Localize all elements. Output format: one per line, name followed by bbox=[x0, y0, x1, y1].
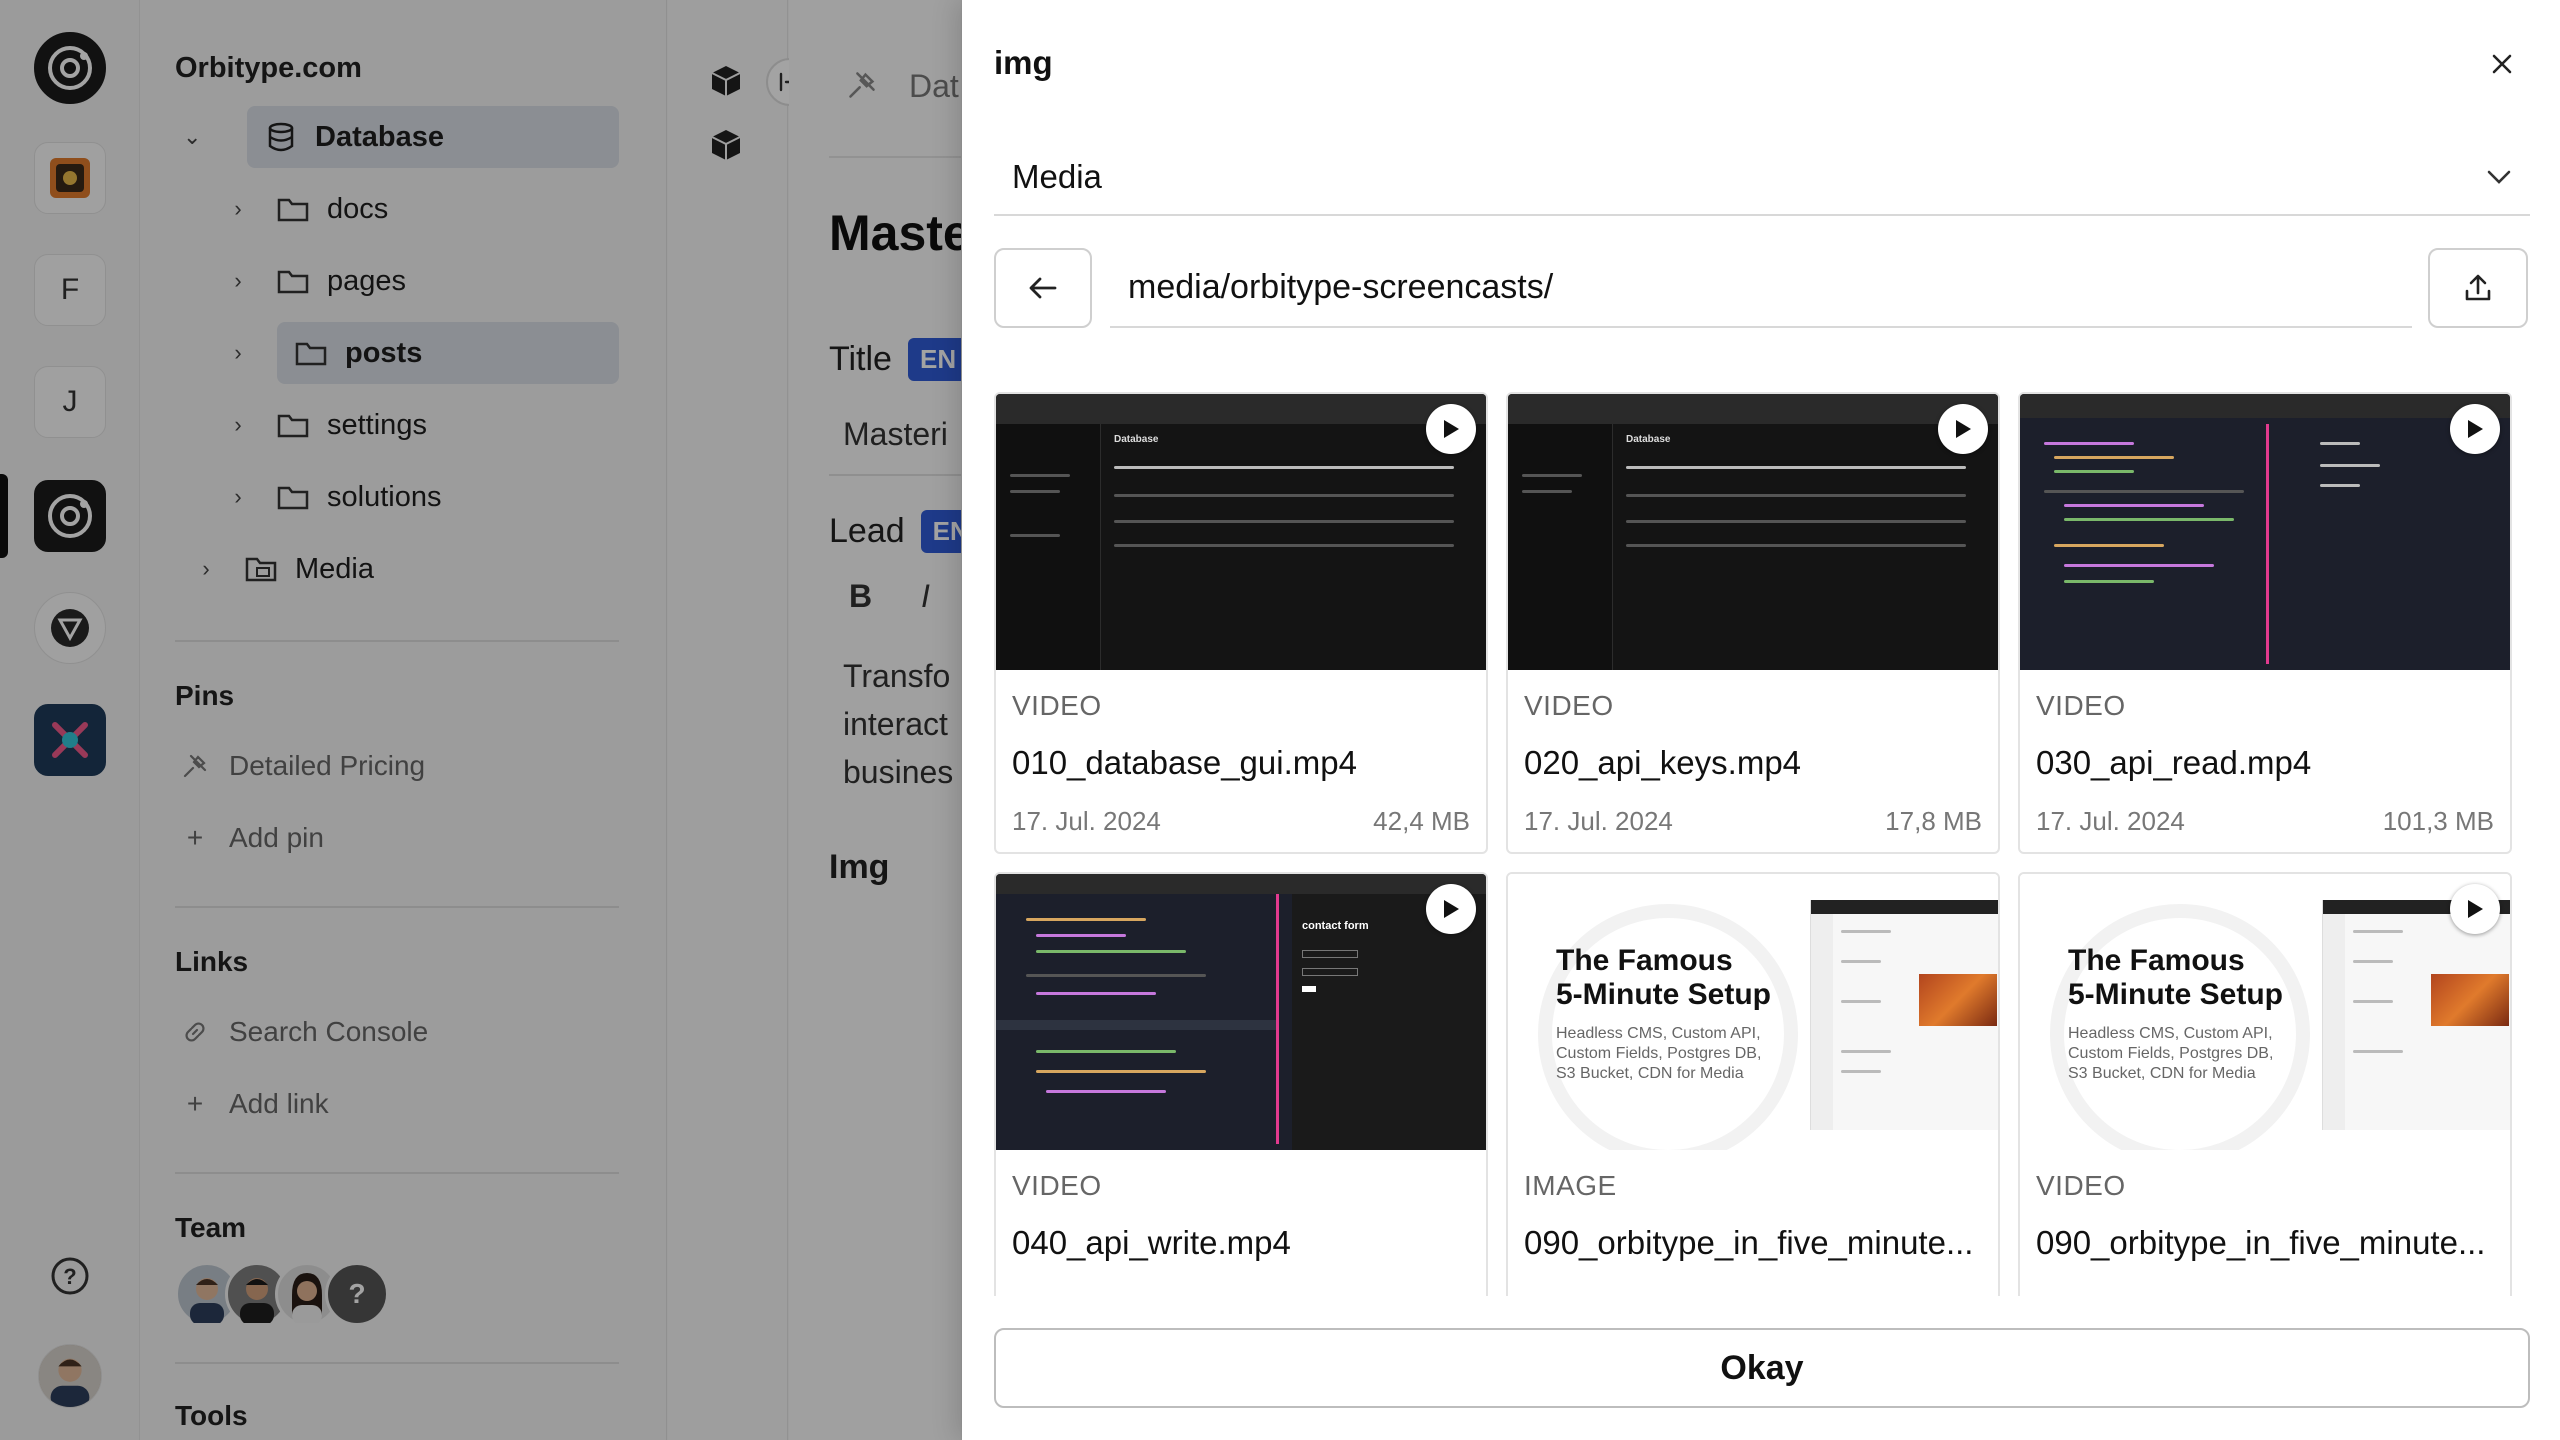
play-icon[interactable] bbox=[2450, 404, 2500, 454]
media-type: VIDEO bbox=[1012, 690, 1102, 721]
media-type: VIDEO bbox=[1524, 690, 1614, 721]
arrow-left-icon bbox=[1029, 277, 1057, 299]
video-thumbnail: Database bbox=[996, 394, 1486, 670]
video-thumbnail: The Famous 5-Minute Setup Headless CMS, … bbox=[2020, 874, 2510, 1150]
media-card[interactable]: contact form VIDEO 040_api_write.mp4 bbox=[994, 872, 1488, 1296]
media-filename: 010_database_gui.mp4 bbox=[1012, 744, 1357, 781]
close-button[interactable] bbox=[2478, 40, 2526, 88]
media-grid: Database VIDEO 010_database_gui.mp4 17. … bbox=[994, 392, 2514, 1296]
path-input[interactable] bbox=[1110, 248, 2412, 328]
media-type: IMAGE bbox=[1524, 1170, 1617, 1201]
media-date: 17. Jul. 2024 bbox=[2036, 806, 2185, 836]
media-card[interactable]: Database VIDEO 020_api_keys.mp4 17. Jul.… bbox=[1506, 392, 2000, 854]
media-card[interactable]: Database VIDEO 010_database_gui.mp4 17. … bbox=[994, 392, 1488, 854]
thumb-subtitle: Headless CMS, Custom API, bbox=[1556, 1025, 1761, 1042]
play-icon[interactable] bbox=[1426, 404, 1476, 454]
media-card[interactable]: The Famous 5-Minute Setup Headless CMS, … bbox=[2018, 872, 2512, 1296]
media-size: 42,4 MB bbox=[1373, 806, 1470, 836]
play-icon[interactable] bbox=[2450, 884, 2500, 934]
image-thumbnail: The Famous 5-Minute Setup Headless CMS, … bbox=[1508, 874, 1998, 1150]
modal-title: img bbox=[994, 44, 1053, 81]
media-size: 101,3 MB bbox=[2382, 806, 2494, 836]
video-thumbnail: contact form bbox=[996, 874, 1486, 1150]
thumb-title: The Famous bbox=[1556, 944, 1733, 977]
thumb-subtitle: S3 Bucket, CDN for Media bbox=[1556, 1065, 1744, 1082]
thumb-subtitle: S3 Bucket, CDN for Media bbox=[2068, 1065, 2256, 1082]
thumb-header: contact form bbox=[1302, 920, 1369, 932]
thumb-header: Database bbox=[1626, 434, 1671, 445]
media-filename: 090_orbitype_in_five_minute... bbox=[1524, 1224, 1974, 1261]
thumb-title: 5-Minute Setup bbox=[1556, 978, 1771, 1011]
media-filename: 040_api_write.mp4 bbox=[1012, 1224, 1291, 1261]
media-size: 17,8 MB bbox=[1885, 806, 1982, 836]
media-type: VIDEO bbox=[2036, 1170, 2126, 1201]
thumb-header: Database bbox=[1114, 434, 1159, 445]
video-thumbnail bbox=[2020, 394, 2510, 670]
source-select[interactable]: Media bbox=[994, 140, 2530, 216]
media-card[interactable]: VIDEO 030_api_read.mp4 17. Jul. 2024 101… bbox=[2018, 392, 2512, 854]
thumb-title: 5-Minute Setup bbox=[2068, 978, 2283, 1011]
okay-button[interactable]: Okay bbox=[994, 1328, 2530, 1408]
source-select-value: Media bbox=[1012, 158, 1102, 195]
upload-button[interactable] bbox=[2428, 248, 2528, 328]
thumb-title: The Famous bbox=[2068, 944, 2245, 977]
media-filename: 090_orbitype_in_five_minute... bbox=[2036, 1224, 2486, 1261]
chevron-down-icon bbox=[2487, 170, 2511, 184]
media-date: 17. Jul. 2024 bbox=[1012, 806, 1161, 836]
media-card[interactable]: The Famous 5-Minute Setup Headless CMS, … bbox=[1506, 872, 2000, 1296]
video-thumbnail: Database bbox=[1508, 394, 1998, 670]
media-type: VIDEO bbox=[1012, 1170, 1102, 1201]
upload-icon bbox=[2465, 274, 2491, 301]
play-icon[interactable] bbox=[1426, 884, 1476, 934]
media-picker-modal: img Media Database bbox=[962, 0, 2560, 1440]
media-filename: 020_api_keys.mp4 bbox=[1524, 744, 1802, 781]
close-icon bbox=[2492, 54, 2512, 74]
media-filename: 030_api_read.mp4 bbox=[2036, 744, 2312, 781]
play-icon[interactable] bbox=[1938, 404, 1988, 454]
thumb-subtitle: Custom Fields, Postgres DB, bbox=[2068, 1045, 2274, 1062]
thumb-subtitle: Headless CMS, Custom API, bbox=[2068, 1025, 2273, 1042]
media-type: VIDEO bbox=[2036, 690, 2126, 721]
thumb-subtitle: Custom Fields, Postgres DB, bbox=[1556, 1045, 1762, 1062]
modal-backdrop[interactable] bbox=[0, 0, 962, 1440]
back-button[interactable] bbox=[994, 248, 1092, 328]
media-date: 17. Jul. 2024 bbox=[1524, 806, 1673, 836]
